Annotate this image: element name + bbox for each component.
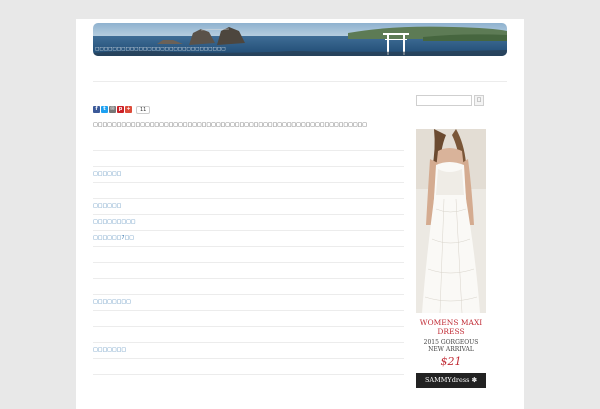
googleplus-icon[interactable]: + bbox=[125, 106, 132, 113]
intro-text: □□□□□□□□□□□□□□□□□□□□□□□□□□□□□□□□□□□□□□□□… bbox=[93, 122, 367, 128]
facebook-icon[interactable]: f bbox=[93, 106, 100, 113]
twitter-icon[interactable]: t bbox=[101, 106, 108, 113]
social-share-bar: f t ✉ p + 11 bbox=[93, 105, 151, 114]
list-link[interactable]: □□□□□□ bbox=[93, 171, 121, 177]
site-title[interactable]: □□□□□□□□□□□□□□□□□□□□□□□□□□□□□□ bbox=[95, 47, 226, 52]
list-link[interactable]: □□□□□□ bbox=[93, 203, 121, 209]
header-divider bbox=[93, 81, 507, 82]
list-item bbox=[93, 263, 404, 279]
list-item bbox=[93, 359, 404, 375]
ad-subline-2: NEW ARRIVAL bbox=[428, 346, 474, 353]
search-input[interactable] bbox=[416, 95, 472, 106]
list-item bbox=[93, 247, 404, 263]
ad-subline: 2015 GORGEOUS bbox=[423, 339, 479, 346]
list-item: □□□□□□□□□ bbox=[93, 215, 404, 231]
list-link[interactable]: □□□□□□7□□ bbox=[93, 235, 134, 241]
ad-headline-2: DRESS bbox=[437, 327, 465, 336]
search-button[interactable]: □ bbox=[474, 95, 484, 106]
list-item: □□□□□□□ bbox=[93, 343, 404, 359]
pinterest-icon[interactable]: p bbox=[117, 106, 124, 113]
share-count: 11 bbox=[136, 105, 151, 114]
list-item bbox=[93, 151, 404, 167]
list-item bbox=[93, 327, 404, 343]
list-item bbox=[93, 279, 404, 295]
list-item bbox=[93, 183, 404, 199]
dress-model-image bbox=[416, 129, 486, 313]
post-list: □□□□□□ □□□□□□ □□□□□□□□□ □□□□□□7□□ □□□□□□… bbox=[93, 135, 404, 375]
page-container: □□□□□□□□□□□□□□□□□□□□□□□□□□□□□□ f t ✉ p +… bbox=[76, 19, 524, 409]
list-link[interactable]: □□□□□□□ bbox=[93, 347, 126, 353]
list-link[interactable]: □□□□□□□□□ bbox=[93, 219, 136, 225]
email-icon[interactable]: ✉ bbox=[109, 106, 116, 113]
sidebar-ad[interactable]: WOMENS MAXI DRESS 2015 GORGEOUS NEW ARRI… bbox=[416, 129, 486, 388]
list-item bbox=[93, 135, 404, 151]
ad-text-block: WOMENS MAXI DRESS 2015 GORGEOUS NEW ARRI… bbox=[416, 313, 486, 373]
list-item: □□□□□□□□ bbox=[93, 295, 404, 311]
list-link[interactable]: □□□□□□□□ bbox=[93, 299, 131, 305]
ad-price: $21 bbox=[440, 355, 462, 368]
list-item: □□□□□□ bbox=[93, 199, 404, 215]
list-item: □□□□□□ bbox=[93, 167, 404, 183]
ad-headline: WOMENS MAXI bbox=[419, 318, 483, 327]
list-item bbox=[93, 311, 404, 327]
list-item: □□□□□□7□□ bbox=[93, 231, 404, 247]
ad-brand-logo: SAMMYdress ✽ bbox=[416, 373, 486, 388]
header-banner[interactable]: □□□□□□□□□□□□□□□□□□□□□□□□□□□□□□ bbox=[93, 23, 507, 56]
